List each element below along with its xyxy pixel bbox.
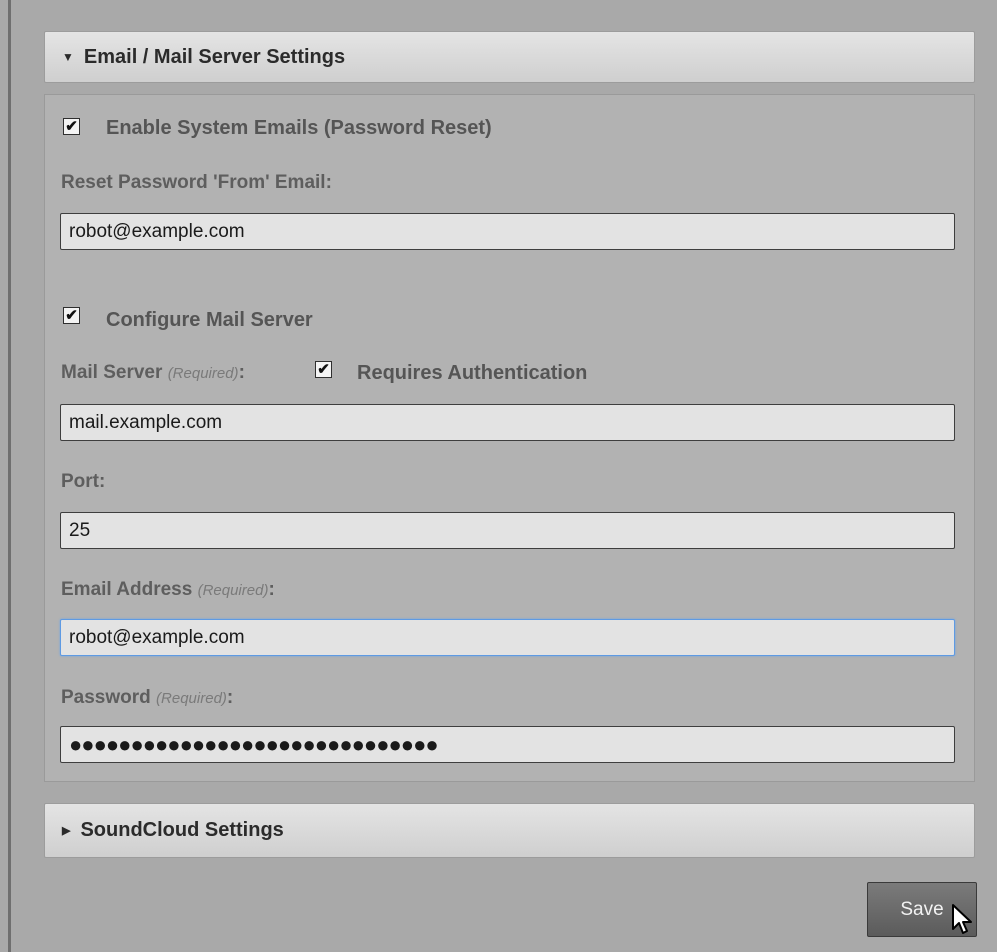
required-note: (Required) <box>156 690 227 707</box>
soundcloud-settings-header[interactable]: ▶ SoundCloud Settings <box>44 803 975 858</box>
reset-from-label: Reset Password 'From' Email: <box>61 172 332 193</box>
mail-server-label: Mail Server (Required): <box>61 362 245 383</box>
check-icon: ✔ <box>65 118 78 135</box>
chevron-right-icon: ▶ <box>62 825 71 837</box>
email-settings-header[interactable]: ▼ Email / Mail Server Settings <box>44 31 975 83</box>
port-input[interactable] <box>60 512 955 549</box>
check-icon: ✔ <box>65 307 78 324</box>
enable-emails-checkbox[interactable]: ✔ <box>63 118 80 135</box>
check-icon: ✔ <box>317 361 330 378</box>
required-note: (Required) <box>167 365 239 382</box>
mail-server-input[interactable] <box>60 404 955 441</box>
configure-server-checkbox[interactable]: ✔ <box>63 307 80 324</box>
password-input[interactable] <box>60 726 955 763</box>
reset-from-email-input[interactable] <box>60 213 955 250</box>
chevron-down-icon: ▼ <box>62 50 74 64</box>
required-note: (Required) <box>197 582 269 599</box>
enable-emails-label: Enable System Emails (Password Reset) <box>106 117 492 139</box>
password-label: Password (Required): <box>61 687 234 708</box>
requires-auth-label: Requires Authentication <box>357 362 588 384</box>
configure-server-label: Configure Mail Server <box>106 309 313 331</box>
soundcloud-settings-title: SoundCloud Settings <box>80 819 284 841</box>
email-address-input[interactable] <box>60 619 955 656</box>
left-border <box>0 0 11 952</box>
email-settings-title: Email / Mail Server Settings <box>83 45 346 68</box>
requires-auth-checkbox[interactable]: ✔ <box>315 361 332 378</box>
port-label: Port: <box>61 471 106 492</box>
mouse-cursor-icon <box>952 904 972 934</box>
email-address-label: Email Address (Required): <box>61 579 275 600</box>
